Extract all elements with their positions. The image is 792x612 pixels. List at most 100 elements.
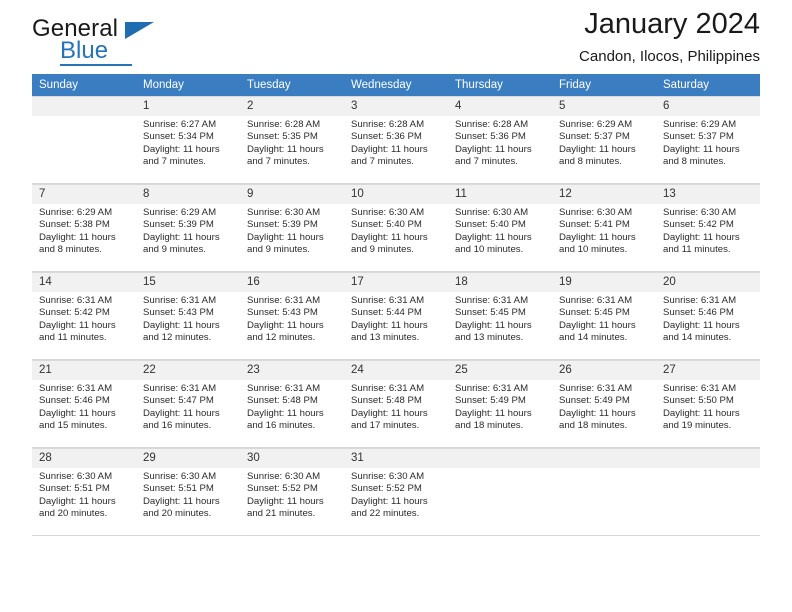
day-details: Sunrise: 6:30 AM Sunset: 5:40 PM Daylight:… (448, 204, 552, 257)
day-details: Sunrise: 6:30 AM Sunset: 5:40 PM Daylight:… (344, 204, 448, 257)
day-number: 23 (240, 361, 344, 380)
calendar-day-cell (448, 448, 552, 536)
daylight-duration-line1: Daylight: 11 hours (247, 319, 324, 331)
day-number: 31 (344, 449, 448, 468)
day-details: Sunrise: 6:30 AM Sunset: 5:41 PM Daylight:… (552, 204, 656, 257)
sunrise-time: Sunrise: 6:28 AM (247, 119, 321, 130)
calendar-day-cell[interactable]: 30 Sunrise: 6:30 AM Sunset: 5:52 PM Dayligh… (240, 448, 344, 536)
daylight-duration-line1: Daylight: 11 hours (143, 143, 220, 155)
day-number: 18 (448, 273, 552, 292)
sunset-time: Sunset: 5:46 PM (663, 307, 734, 319)
day-details: Sunrise: 6:30 AM Sunset: 5:52 PM Daylight:… (344, 468, 448, 521)
sunset-time: Sunset: 5:40 PM (351, 219, 422, 231)
calendar-day-cell[interactable]: 7 Sunrise: 6:29 AM Sunset: 5:38 PM Daylight… (32, 184, 136, 272)
day-number: 7 (32, 185, 136, 204)
calendar-day-cell[interactable]: 24 Sunrise: 6:31 AM Sunset: 5:48 PM Dayligh… (344, 360, 448, 448)
day-number: 30 (240, 449, 344, 468)
day-number: 29 (136, 449, 240, 468)
daylight-duration-line1: Daylight: 11 hours (455, 407, 532, 419)
calendar-day-cell[interactable]: 28 Sunrise: 6:30 AM Sunset: 5:51 PM Dayligh… (32, 448, 136, 536)
daylight-duration-line2: and 8 minutes. (663, 156, 726, 168)
day-number: 4 (448, 97, 552, 116)
calendar-day-cell[interactable]: 10 Sunrise: 6:30 AM Sunset: 5:40 PM Dayligh… (344, 184, 448, 272)
sunset-time: Sunset: 5:45 PM (559, 307, 630, 319)
calendar-day-cell[interactable]: 17 Sunrise: 6:31 AM Sunset: 5:44 PM Dayligh… (344, 272, 448, 360)
calendar-week-row: 21 Sunrise: 6:31 AM Sunset: 5:46 PM Dayligh… (32, 360, 760, 448)
calendar-day-cell[interactable]: 2 Sunrise: 6:28 AM Sunset: 5:35 PM Daylight… (240, 96, 344, 184)
day-number: 8 (136, 185, 240, 204)
sunrise-time: Sunrise: 6:31 AM (351, 383, 425, 394)
daylight-duration-line2: and 9 minutes. (143, 244, 206, 256)
sunrise-time: Sunrise: 6:30 AM (247, 471, 321, 482)
day-number: 17 (344, 273, 448, 292)
calendar-day-cell[interactable]: 31 Sunrise: 6:30 AM Sunset: 5:52 PM Dayligh… (344, 448, 448, 536)
daylight-duration-line1: Daylight: 11 hours (351, 407, 428, 419)
day-details: Sunrise: 6:31 AM Sunset: 5:50 PM Daylight:… (656, 380, 760, 433)
day-number: 5 (552, 97, 656, 116)
daylight-duration-line1: Daylight: 11 hours (247, 407, 324, 419)
sunrise-time: Sunrise: 6:31 AM (663, 295, 737, 306)
sunset-time: Sunset: 5:49 PM (455, 395, 526, 407)
day-number (656, 449, 760, 468)
sunrise-time: Sunrise: 6:31 AM (143, 383, 217, 394)
day-number: 24 (344, 361, 448, 380)
sunset-time: Sunset: 5:40 PM (455, 219, 526, 231)
day-details: Sunrise: 6:31 AM Sunset: 5:42 PM Daylight:… (32, 292, 136, 345)
sunrise-time: Sunrise: 6:27 AM (143, 119, 217, 130)
day-details: Sunrise: 6:30 AM Sunset: 5:39 PM Daylight:… (240, 204, 344, 257)
calendar-day-cell[interactable]: 26 Sunrise: 6:31 AM Sunset: 5:49 PM Dayligh… (552, 360, 656, 448)
weekday-header-sunday: Sunday (32, 74, 136, 96)
day-number: 28 (32, 449, 136, 468)
calendar-day-cell[interactable]: 25 Sunrise: 6:31 AM Sunset: 5:49 PM Dayligh… (448, 360, 552, 448)
sunrise-time: Sunrise: 6:31 AM (39, 295, 113, 306)
calendar-day-cell[interactable]: 22 Sunrise: 6:31 AM Sunset: 5:47 PM Dayligh… (136, 360, 240, 448)
calendar-day-cell[interactable]: 11 Sunrise: 6:30 AM Sunset: 5:40 PM Dayligh… (448, 184, 552, 272)
brand-name-blue: Blue (60, 37, 109, 64)
sunrise-time: Sunrise: 6:29 AM (559, 119, 633, 130)
calendar-day-cell[interactable]: 5 Sunrise: 6:29 AM Sunset: 5:37 PM Daylight… (552, 96, 656, 184)
daylight-duration-line2: and 8 minutes. (559, 156, 622, 168)
sunrise-time: Sunrise: 6:31 AM (663, 383, 737, 394)
daylight-duration-line1: Daylight: 11 hours (559, 231, 636, 243)
calendar-day-cell[interactable]: 15 Sunrise: 6:31 AM Sunset: 5:43 PM Dayligh… (136, 272, 240, 360)
sunrise-time: Sunrise: 6:31 AM (247, 295, 321, 306)
sunset-time: Sunset: 5:47 PM (143, 395, 214, 407)
calendar-day-cell[interactable]: 13 Sunrise: 6:30 AM Sunset: 5:42 PM Dayligh… (656, 184, 760, 272)
calendar-day-cell[interactable]: 27 Sunrise: 6:31 AM Sunset: 5:50 PM Dayligh… (656, 360, 760, 448)
daylight-duration-line2: and 20 minutes. (143, 508, 212, 520)
calendar-day-cell[interactable]: 12 Sunrise: 6:30 AM Sunset: 5:41 PM Dayligh… (552, 184, 656, 272)
sunset-time: Sunset: 5:44 PM (351, 307, 422, 319)
calendar-page: General Blue January 2024 Candon, Ilocos… (0, 0, 792, 612)
calendar-day-cell[interactable]: 16 Sunrise: 6:31 AM Sunset: 5:43 PM Dayligh… (240, 272, 344, 360)
daylight-duration-line2: and 7 minutes. (351, 156, 414, 168)
calendar-day-cell[interactable]: 18 Sunrise: 6:31 AM Sunset: 5:45 PM Dayligh… (448, 272, 552, 360)
day-number: 6 (656, 97, 760, 116)
day-details: Sunrise: 6:30 AM Sunset: 5:51 PM Daylight:… (32, 468, 136, 521)
calendar-day-cell[interactable]: 20 Sunrise: 6:31 AM Sunset: 5:46 PM Dayligh… (656, 272, 760, 360)
page-subtitle: Candon, Ilocos, Philippines (579, 48, 760, 65)
day-details: Sunrise: 6:31 AM Sunset: 5:44 PM Daylight:… (344, 292, 448, 345)
calendar-day-cell[interactable]: 29 Sunrise: 6:30 AM Sunset: 5:51 PM Dayligh… (136, 448, 240, 536)
brand-logo[interactable]: General Blue (32, 16, 162, 68)
sunset-time: Sunset: 5:41 PM (559, 219, 630, 231)
daylight-duration-line2: and 18 minutes. (455, 420, 524, 432)
calendar-day-cell[interactable]: 21 Sunrise: 6:31 AM Sunset: 5:46 PM Dayligh… (32, 360, 136, 448)
day-number: 16 (240, 273, 344, 292)
daylight-duration-line1: Daylight: 11 hours (143, 495, 220, 507)
calendar-day-cell[interactable]: 3 Sunrise: 6:28 AM Sunset: 5:36 PM Daylight… (344, 96, 448, 184)
sunset-time: Sunset: 5:48 PM (351, 395, 422, 407)
calendar-day-cell[interactable]: 23 Sunrise: 6:31 AM Sunset: 5:48 PM Dayligh… (240, 360, 344, 448)
calendar-day-cell[interactable]: 8 Sunrise: 6:29 AM Sunset: 5:39 PM Daylight… (136, 184, 240, 272)
calendar-day-cell[interactable]: 9 Sunrise: 6:30 AM Sunset: 5:39 PM Daylight… (240, 184, 344, 272)
calendar-day-cell[interactable]: 14 Sunrise: 6:31 AM Sunset: 5:42 PM Dayligh… (32, 272, 136, 360)
calendar-day-cell[interactable]: 1 Sunrise: 6:27 AM Sunset: 5:34 PM Daylight… (136, 96, 240, 184)
calendar-day-cell[interactable]: 19 Sunrise: 6:31 AM Sunset: 5:45 PM Dayligh… (552, 272, 656, 360)
calendar-day-cell[interactable]: 4 Sunrise: 6:28 AM Sunset: 5:36 PM Daylight… (448, 96, 552, 184)
daylight-duration-line2: and 14 minutes. (663, 332, 732, 344)
daylight-duration-line1: Daylight: 11 hours (663, 319, 740, 331)
calendar-day-cell[interactable]: 6 Sunrise: 6:29 AM Sunset: 5:37 PM Daylight… (656, 96, 760, 184)
calendar-week-row: 1 Sunrise: 6:27 AM Sunset: 5:34 PM Daylight… (32, 96, 760, 184)
sunrise-time: Sunrise: 6:30 AM (663, 207, 737, 218)
daylight-duration-line1: Daylight: 11 hours (351, 231, 428, 243)
day-details: Sunrise: 6:31 AM Sunset: 5:49 PM Daylight:… (552, 380, 656, 433)
